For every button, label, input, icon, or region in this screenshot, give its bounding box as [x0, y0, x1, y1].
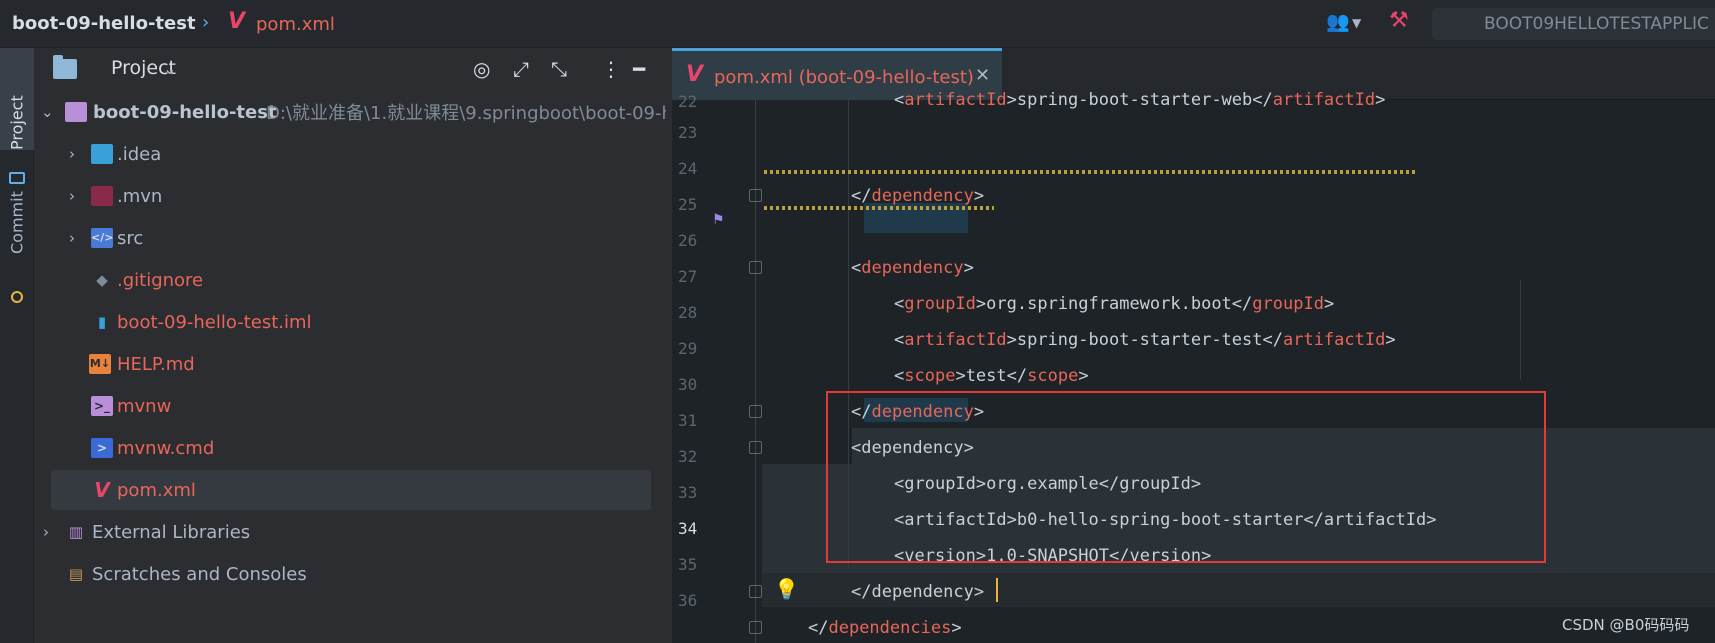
maven-icon: V: [94, 478, 110, 502]
maven-icon: V: [228, 9, 246, 34]
tool-tab-commit-label: Commit: [7, 191, 27, 254]
tree-item-label: External Libraries: [92, 521, 251, 543]
chevron-right-icon[interactable]: ›: [69, 145, 75, 163]
tree-item-label: .mvn: [117, 185, 163, 207]
gitignore-icon: ◆: [96, 271, 108, 289]
warning-underline: [764, 206, 994, 210]
breadcrumb-file[interactable]: pom.xml: [256, 14, 335, 35]
code-line-28: <scope>test</scope>: [894, 366, 1089, 386]
markdown-icon: M↓: [89, 354, 111, 374]
code-line-34: </dependency>: [851, 582, 985, 602]
tree-item-label: HELP.md: [117, 353, 195, 375]
tool-tab-project-label: Project: [7, 95, 27, 150]
tree-item-gitignore[interactable]: ◆ .gitignore: [35, 260, 669, 300]
tree-item-mvnw[interactable]: >_ mvnw: [35, 386, 669, 426]
tree-item-mvnw-cmd[interactable]: > mvnw.cmd: [35, 428, 669, 468]
annotation-box: [826, 391, 1546, 563]
tree-item-scratches[interactable]: ▤ Scratches and Consoles: [35, 554, 669, 594]
tree-item-label: pom.xml: [117, 479, 196, 501]
chevron-right-icon[interactable]: ›: [43, 523, 49, 541]
title-bar: boot-09-hello-test › V pom.xml 👥 ▼ ⚒ BOO…: [0, 0, 1715, 48]
hammer-icon[interactable]: ⚒: [1389, 8, 1409, 33]
tree-item-label: .gitignore: [117, 269, 204, 291]
tree-item-label: mvnw.cmd: [117, 437, 215, 459]
chevron-down-icon[interactable]: ⌄: [41, 103, 54, 121]
tree-item-idea[interactable]: › .idea: [35, 134, 669, 174]
iml-icon: ▮: [97, 313, 107, 331]
chevron-right-icon[interactable]: ›: [69, 187, 75, 205]
code-line-22: <artifactId>spring-boot-starter-web</art…: [894, 90, 1386, 110]
code-line-35: </dependencies>: [808, 618, 962, 638]
tool-window-strip: Project Commit: [0, 48, 34, 643]
tree-item-label: Scratches and Consoles: [92, 563, 307, 585]
locate-icon[interactable]: ◎: [473, 57, 490, 81]
project-panel: Project ⌄ ◎ ⤢ ⤡ ⋮ ━ ⌄ boot-09-hello-test…: [35, 48, 669, 643]
tree-item-pom-xml[interactable]: V pom.xml: [51, 470, 651, 510]
shell-icon: >_: [91, 396, 113, 416]
chevron-down-icon[interactable]: ▼: [1352, 16, 1361, 30]
code-line-26: <groupId>org.springframework.boot</group…: [894, 294, 1335, 314]
tree-item-label: .idea: [117, 143, 162, 165]
module-icon: [65, 102, 87, 122]
tree-item-root[interactable]: ⌄ boot-09-hello-test D:\就业准备\1.就业课程\9.sp…: [35, 92, 669, 132]
code-line-27: <artifactId>spring-boot-starter-test</ar…: [894, 330, 1396, 350]
folder-icon: [53, 55, 77, 79]
idea-folder-icon: [91, 144, 113, 164]
tree-item-external-libraries[interactable]: › ▥ External Libraries: [35, 512, 669, 552]
more-options-icon[interactable]: ⋮: [601, 57, 621, 81]
cmd-icon: >: [91, 438, 113, 458]
watermark: CSDN @B0码码码: [1562, 616, 1690, 634]
src-folder-icon: </>: [91, 228, 113, 248]
tree-item-label: boot-09-hello-test: [93, 101, 277, 123]
commit-tool-icon: [11, 291, 23, 303]
tree-item-iml[interactable]: ▮ boot-09-hello-test.iml: [35, 302, 669, 342]
tree-item-src[interactable]: › </> src: [35, 218, 669, 258]
warning-underline: [764, 170, 1416, 174]
text-caret: [996, 578, 998, 602]
minimize-icon[interactable]: ━: [633, 57, 645, 81]
users-icon[interactable]: 👥: [1326, 10, 1350, 33]
run-config-label: BOOT09HELLOTESTAPPLIC: [1484, 14, 1709, 34]
tree-item-label: mvnw: [117, 395, 172, 417]
tree-item-label: src: [117, 227, 144, 249]
tree-item-label: boot-09-hello-test.iml: [117, 311, 312, 333]
breadcrumb-chevron-icon: ›: [202, 12, 210, 33]
scratches-icon: ▤: [68, 565, 84, 583]
expand-all-icon[interactable]: ⤢: [513, 57, 529, 81]
tree-item-help-md[interactable]: M↓ HELP.md: [35, 344, 669, 384]
library-icon: ▥: [68, 523, 84, 541]
tree-item-path: D:\就业准备\1.就业课程\9.springboot\boot-09-h: [266, 103, 666, 124]
run-config-selector[interactable]: BOOT09HELLOTESTAPPLIC: [1432, 8, 1715, 40]
collapse-all-icon[interactable]: ⤡: [551, 57, 567, 81]
chevron-down-icon[interactable]: ⌄: [163, 59, 176, 78]
project-panel-header: Project ⌄ ◎ ⤢ ⤡ ⋮ ━: [35, 48, 669, 92]
chevron-right-icon[interactable]: ›: [69, 229, 75, 247]
code-line-25: <dependency>: [851, 258, 974, 278]
tool-tab-commit[interactable]: Commit: [0, 164, 34, 254]
project-name[interactable]: boot-09-hello-test: [12, 13, 196, 34]
tool-tab-project[interactable]: Project: [0, 48, 34, 150]
tree-item-mvn[interactable]: › .mvn: [35, 176, 669, 216]
mvn-folder-icon: [91, 186, 113, 206]
